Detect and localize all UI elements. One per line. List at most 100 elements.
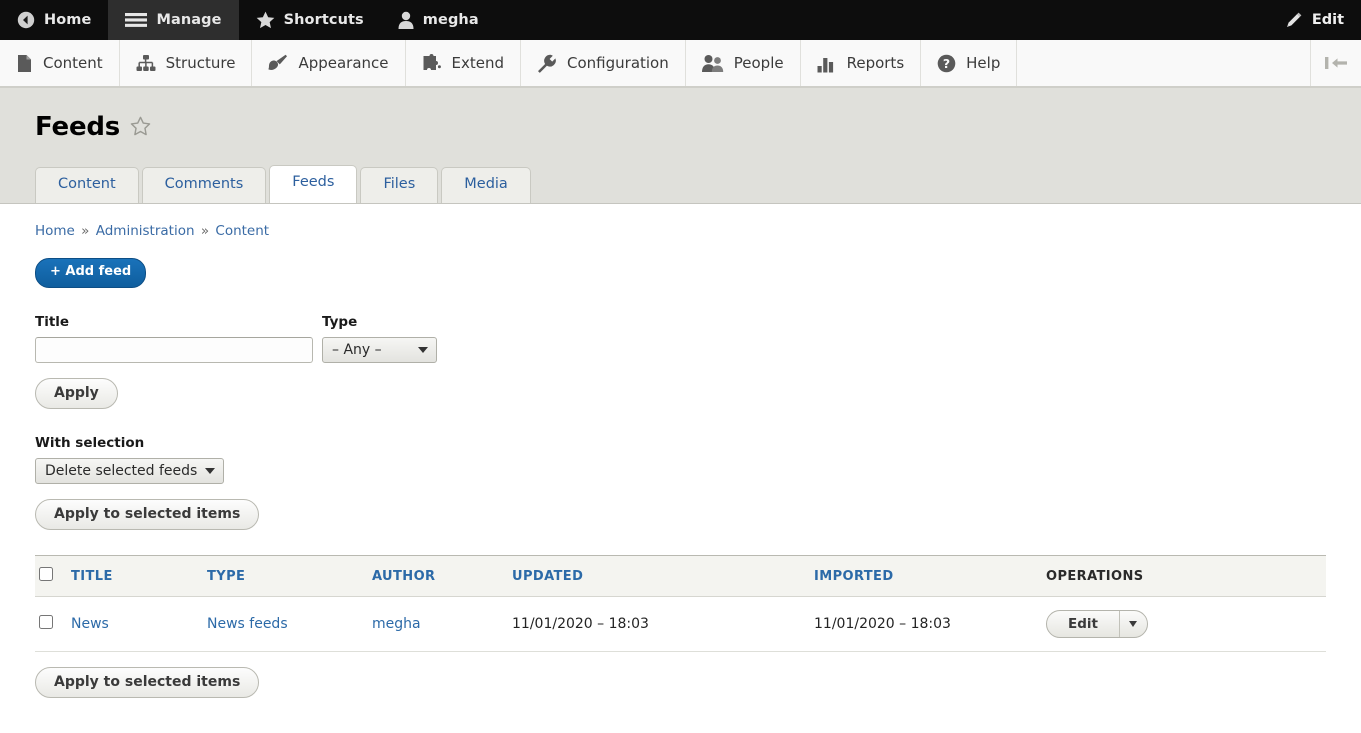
bulk-actions-label: With selection [35,435,145,452]
menu-item-configuration[interactable]: Configuration [521,40,686,86]
svg-text:?: ? [943,56,950,71]
header-select-all [35,555,71,598]
bulk-action-value: Delete selected feeds [45,463,198,480]
operations-toggle-button[interactable] [1118,611,1147,638]
toolbar-item-home[interactable]: Home [0,0,108,40]
filter-title-field: Title [35,314,313,363]
sitemap-icon [136,54,156,72]
admin-menu-tray: Content Structure Appearance Extend Conf… [0,40,1361,88]
tab-content[interactable]: Content [35,167,139,203]
filter-type-field: Type – Any – [322,314,437,363]
bar-chart-icon [817,54,837,73]
header-imported: IMPORTED [814,555,1046,598]
header-operations: OPERATIONS [1046,555,1326,598]
star-icon [256,11,275,29]
row-operations-cell: Edit [1046,596,1326,653]
feed-title-link[interactable]: News [71,616,109,632]
tab-media[interactable]: Media [441,167,531,203]
operations-dropbutton: Edit [1046,610,1148,639]
header-title: TITLE [71,555,207,598]
title-input[interactable] [35,336,313,363]
collapse-toolbar-icon[interactable] [1311,40,1361,86]
filter-type-label: Type [322,313,358,330]
row-type-cell: News feeds [207,596,372,653]
chevron-down-icon [418,346,428,353]
row-updated-cell: 11/01/2020 – 18:03 [512,596,814,653]
row-author-cell: megha [372,596,512,653]
star-outline-icon[interactable] [130,113,151,143]
page-header-band: Feeds Content Comments Feeds Files Media [0,88,1361,204]
type-select[interactable]: – Any – [322,336,437,363]
apply-to-selected-items-button-top[interactable]: Apply to selected items [35,499,260,531]
sort-author-link[interactable]: AUTHOR [372,569,435,584]
breadcrumb-item-administration[interactable]: Administration [96,223,195,239]
toolbar-item-shortcuts[interactable]: Shortcuts [239,0,381,40]
pencil-icon [1284,11,1303,30]
breadcrumb-item-home[interactable]: Home [35,223,75,239]
filter-form: Title Type – Any – [35,314,1326,363]
menu-item-reports[interactable]: Reports [801,40,922,86]
question-circle-icon: ? [937,54,956,73]
menu-item-extend[interactable]: Extend [406,40,522,86]
paintbrush-icon [268,54,288,73]
menu-item-structure[interactable]: Structure [120,40,253,86]
table-header-row: TITLE TYPE AUTHOR UPDATED IMPORTED OPERA… [35,555,1326,598]
table-body: News News feeds megha 11/01/2020 – 18:03… [35,596,1326,653]
tab-label: Feeds [292,174,335,191]
edit-button[interactable]: Edit [1047,611,1119,637]
toolbar-item-user[interactable]: megha [381,0,496,40]
menu-item-label: Extend [451,54,505,72]
menu-tray-filler [1017,40,1311,86]
toolbar-user-label: megha [422,12,479,28]
bulk-action-select[interactable]: Delete selected feeds [35,458,225,485]
row-imported-cell: 11/01/2020 – 18:03 [814,596,1046,653]
sort-updated-link[interactable]: UPDATED [512,569,583,584]
row-checkbox[interactable] [39,615,53,630]
document-icon [16,54,33,73]
menu-item-label: Help [966,54,1001,72]
select-all-checkbox[interactable] [39,567,53,582]
menu-item-label: People [733,54,784,72]
feeds-table: TITLE TYPE AUTHOR UPDATED IMPORTED OPERA… [35,555,1326,653]
menu-item-help[interactable]: ? Help [921,40,1018,86]
page-title-row: Feeds [0,88,1361,143]
toolbar-item-manage[interactable]: Manage [108,0,239,40]
tab-label: Content [58,176,116,193]
tab-feeds[interactable]: Feeds [269,165,358,203]
sort-type-link[interactable]: TYPE [207,569,245,584]
apply-to-selected-items-button-bottom[interactable]: Apply to selected items [35,667,260,699]
header-type: TYPE [207,555,372,598]
breadcrumb-item-content[interactable]: Content [215,223,269,239]
sort-imported-link[interactable]: IMPORTED [814,569,894,584]
bulk-actions: With selection Delete selected feeds App… [35,435,1326,531]
breadcrumb-separator: » [200,223,210,239]
admin-toolbar: Home Manage Shortcuts megha Edit [0,0,1361,40]
feed-author-link[interactable]: megha [372,616,421,632]
toolbar-edit-label: Edit [1311,12,1344,28]
menu-item-people[interactable]: People [686,40,801,86]
menu-item-label: Reports [846,54,905,72]
menu-item-label: Appearance [298,54,389,72]
header-author: AUTHOR [372,555,512,598]
sort-title-link[interactable]: TITLE [71,569,113,584]
menu-item-appearance[interactable]: Appearance [252,40,406,86]
row-title-cell: News [71,596,207,653]
wrench-icon [537,54,557,73]
menu-item-label: Configuration [567,54,669,72]
breadcrumb-separator: » [81,223,90,239]
table-row: News News feeds megha 11/01/2020 – 18:03… [35,596,1326,653]
add-feed-button[interactable]: + Add feed [35,258,147,288]
tab-files[interactable]: Files [360,167,439,203]
row-select-cell [35,596,71,653]
filter-title-label: Title [35,313,70,330]
tab-comments[interactable]: Comments [141,167,267,203]
menu-item-content[interactable]: Content [0,40,120,86]
feed-type-link[interactable]: News feeds [207,616,288,632]
page-title: Feeds [35,111,121,142]
person-icon [398,11,414,29]
header-updated: UPDATED [512,555,814,598]
toolbar-shortcuts-label: Shortcuts [283,12,364,28]
toolbar-item-edit[interactable]: Edit [1267,0,1361,40]
apply-filter-button[interactable]: Apply [35,377,118,410]
